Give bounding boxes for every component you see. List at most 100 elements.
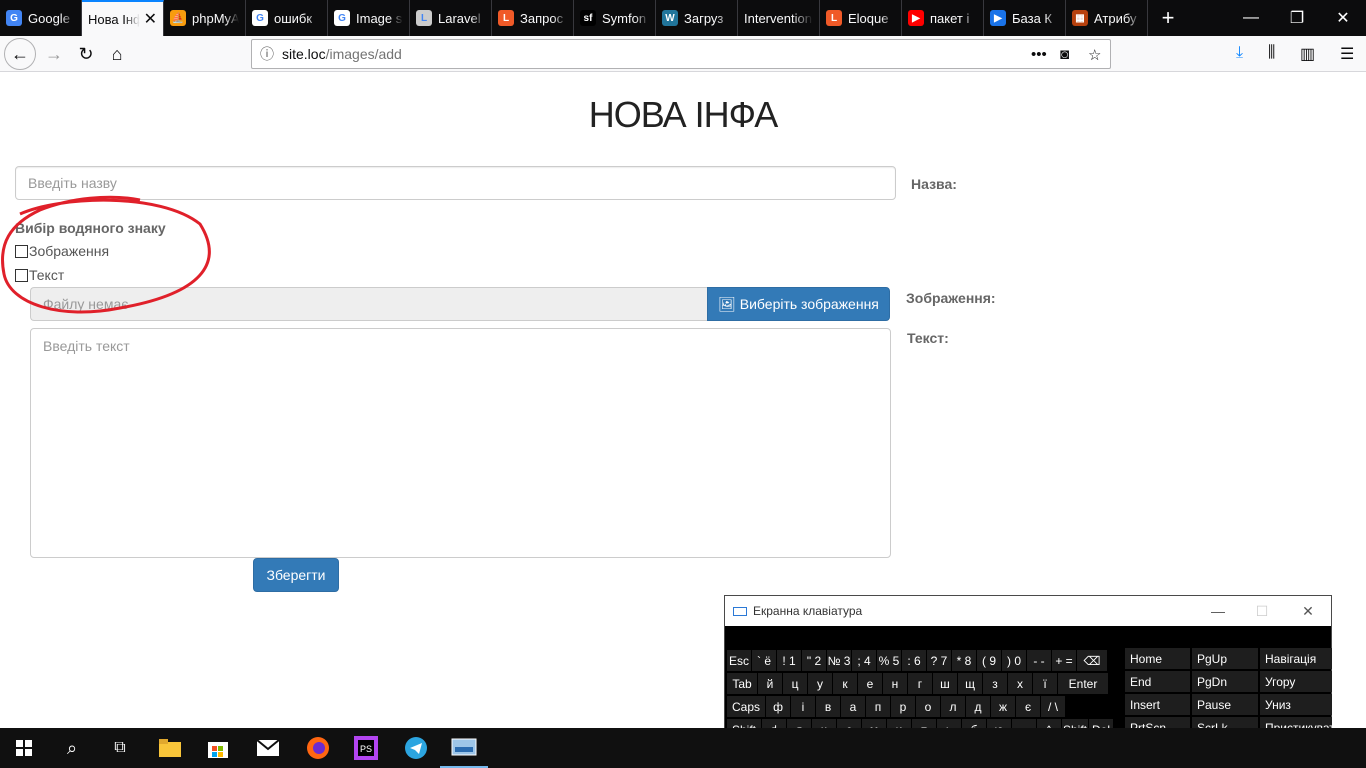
osk-nav-key[interactable]: Униз [1260,694,1332,715]
browser-tab[interactable]: Intervention [738,0,820,36]
browser-tab[interactable]: ▦ Атрибу [1066,0,1148,36]
osk-key[interactable]: ж [991,696,1015,717]
osk-key[interactable]: а [841,696,865,717]
browser-tab[interactable]: L Laravel [410,0,492,36]
osk-key[interactable]: " 2 [802,650,826,671]
text-input[interactable]: Введіть текст [30,328,891,558]
firefox-icon[interactable] [294,728,342,768]
browser-tab[interactable]: ▶ База К [984,0,1066,36]
osk-key[interactable]: * 8 [952,650,976,671]
osk-key[interactable]: п [866,696,890,717]
menu-icon[interactable]: ☰ [1340,44,1354,64]
osk-nav-key[interactable]: PgDn [1192,671,1258,692]
minimize-window-button[interactable]: — [1228,0,1274,36]
osk-nav-key[interactable]: Insert [1125,694,1190,715]
forward-button[interactable]: → [40,40,68,68]
osk-key[interactable]: ⌫ [1077,650,1107,671]
osk-nav-key[interactable]: Навігація [1260,648,1332,669]
phpstorm-icon[interactable]: PS [342,728,390,768]
choose-image-button[interactable]: 🖼 Виберіть зображення [707,287,890,321]
telegram-icon[interactable] [392,728,440,768]
site-info-icon[interactable]: ⓘ [252,44,282,64]
file-explorer-icon[interactable] [146,728,194,768]
osk-minimize-button[interactable]: — [1195,596,1241,626]
browser-tab[interactable]: W Загруз [656,0,738,36]
save-button[interactable]: Зберегти [253,558,339,592]
browser-tab[interactable]: ▶ пакет і [902,0,984,36]
osk-key[interactable]: % 5 [877,650,901,671]
osk-key[interactable]: і [791,696,815,717]
library-icon[interactable]: ⫼ [1268,44,1275,62]
osk-key[interactable]: щ [958,673,982,694]
osk-nav-key[interactable]: Home [1125,648,1190,669]
osk-nav-key[interactable]: Угору [1260,671,1332,692]
pocket-icon[interactable]: ◙ [1060,46,1069,63]
store-icon[interactable] [194,728,242,768]
browser-tab[interactable]: L Eloque [820,0,902,36]
osk-key[interactable]: + = [1052,650,1076,671]
browser-tab[interactable]: ⛵ phpMyAdmin [164,0,246,36]
osk-nav-key[interactable]: End [1125,671,1190,692]
osk-key[interactable]: - - [1027,650,1051,671]
osk-key[interactable]: № 3 [827,650,851,671]
osk-key[interactable]: у [808,673,832,694]
new-tab-button[interactable]: + [1148,0,1188,36]
osk-key[interactable]: л [941,696,965,717]
osk-key[interactable]: ( 9 [977,650,1001,671]
osk-key[interactable]: г [908,673,932,694]
osk-key[interactable]: ! 1 [777,650,801,671]
osk-key[interactable]: ф [766,696,790,717]
osk-key[interactable]: ` ё [752,650,776,671]
osk-key[interactable]: Tab [727,673,757,694]
osk-key[interactable]: ) 0 [1002,650,1026,671]
sidebar-icon[interactable]: ▥ [1300,44,1315,64]
close-window-button[interactable]: ✕ [1320,0,1366,36]
restore-window-button[interactable]: ❐ [1274,0,1320,36]
bookmark-star-icon[interactable]: ☆ [1088,46,1101,64]
osk-key[interactable]: ц [783,673,807,694]
osk-key[interactable]: Caps [727,696,765,717]
osk-key[interactable]: х [1008,673,1032,694]
osk-key[interactable]: о [916,696,940,717]
osk-key[interactable]: Enter [1058,673,1108,694]
windows-start-icon[interactable] [0,728,48,768]
home-button[interactable]: ⌂ [103,40,131,68]
browser-tab[interactable]: sf Symfon [574,0,656,36]
search-icon[interactable]: ⌕ [48,728,96,768]
osk-key[interactable]: Esc [727,650,751,671]
osk-key[interactable]: ? 7 [927,650,951,671]
address-bar[interactable]: ⓘ site.loc/images/add ••• ◙ ☆ [251,39,1111,69]
osk-key[interactable]: є [1016,696,1040,717]
browser-tab[interactable]: Gошибк [246,0,328,36]
osk-key[interactable]: в [816,696,840,717]
task-view-icon[interactable]: ⧉ [96,728,144,768]
reload-button[interactable]: ↻ [72,40,100,68]
browser-tab[interactable]: G Google [0,0,82,36]
osk-key[interactable]: е [858,673,882,694]
osk-key[interactable]: д [966,696,990,717]
downloads-icon[interactable]: ⤓ [1236,44,1243,62]
page-actions-icon[interactable]: ••• [1031,46,1047,63]
osk-key[interactable]: н [883,673,907,694]
osk-key[interactable]: р [891,696,915,717]
osk-key[interactable]: ш [933,673,957,694]
osk-taskbar-icon[interactable] [440,728,488,768]
osk-key[interactable]: / \ [1041,696,1065,717]
osk-close-button[interactable]: ✕ [1285,596,1331,626]
osk-nav-key[interactable]: PgUp [1192,648,1258,669]
osk-nav-key[interactable]: Pause [1192,694,1258,715]
osk-maximize-button[interactable]: ☐ [1239,596,1285,626]
osk-key[interactable]: ; 4 [852,650,876,671]
osk-key[interactable]: з [983,673,1007,694]
osk-key[interactable]: к [833,673,857,694]
browser-tab[interactable]: L Запрос [492,0,574,36]
osk-key[interactable]: й [758,673,782,694]
osk-key[interactable]: : 6 [902,650,926,671]
mail-icon[interactable] [244,728,292,768]
browser-tab[interactable]: G Image s [328,0,410,36]
back-button[interactable]: ← [4,38,36,70]
close-tab-icon[interactable]: ✕ [144,9,157,29]
browser-tab[interactable]: Нова Інфа✕ [82,0,164,36]
tab-favicon-icon: ▶ [990,10,1006,26]
osk-key[interactable]: ї [1033,673,1057,694]
